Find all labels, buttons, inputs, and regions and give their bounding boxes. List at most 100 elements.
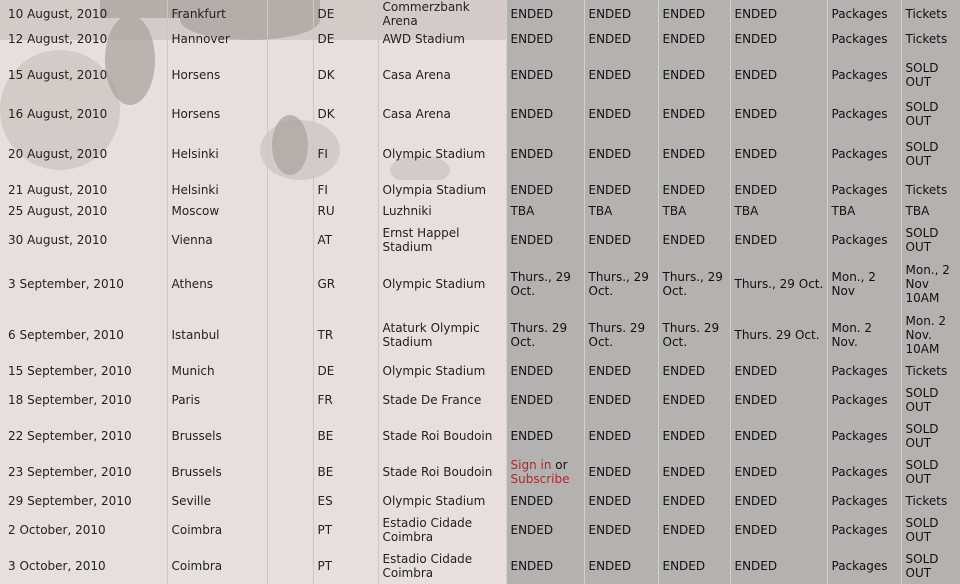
phase-2-status: ENDED — [583, 100, 658, 128]
date-cell: 18 September, 2010 — [8, 392, 132, 407]
table-row: 6 September, 2010 Istanbul TR Ataturk Olymp… — [0, 310, 960, 360]
phase-2-status: ENDED — [583, 28, 658, 49]
table-row: 15 August, 2010 Horsens DK Casa Arena ENDED E… — [0, 49, 960, 100]
phase-2-status: ENDED — [583, 418, 658, 453]
date-cell: 3 September, 2010 — [8, 277, 124, 291]
spacer-cell — [266, 548, 313, 584]
table-row: 3 September, 2010 Athens GR Olympic Stadium… — [0, 258, 960, 310]
spacer-cell — [266, 511, 313, 548]
phase-4-status: ENDED — [729, 100, 827, 128]
spacer-cell — [266, 49, 313, 100]
spacer-cell — [266, 258, 313, 310]
packages-link[interactable]: Packages — [826, 418, 901, 453]
city-cell: Brussels — [166, 418, 267, 453]
venue-cell: Stade Roi Boudoin — [377, 453, 506, 490]
packages-link[interactable]: Packages — [826, 453, 901, 490]
phase-1-status: ENDED — [505, 548, 584, 584]
packages-link[interactable]: Packages — [826, 360, 901, 381]
packages-link[interactable]: Packages — [826, 381, 901, 418]
spacer-cell — [266, 100, 313, 128]
packages-link[interactable]: Packages — [826, 490, 901, 511]
tickets-link[interactable]: Tickets — [900, 28, 960, 49]
packages-link[interactable]: Packages — [826, 179, 901, 200]
city-cell: Paris — [166, 381, 267, 418]
table-row: 18 September, 2010 Paris FR Stade De France… — [0, 381, 960, 418]
date-cell: 12 August, 2010 — [8, 31, 108, 46]
city-cell: Vienna — [166, 221, 267, 258]
phase-4-status: ENDED — [729, 221, 827, 258]
phase-2-status: ENDED — [583, 511, 658, 548]
date-cell: 30 August, 2010 — [8, 232, 108, 247]
or-text: or — [551, 457, 568, 472]
table-row: 3 October, 2010 Coimbra PT Estadio Cidade C… — [0, 548, 960, 584]
packages-link[interactable]: Packages — [826, 128, 901, 179]
phase-2-status: ENDED — [583, 179, 658, 200]
country-cell: DE — [312, 0, 378, 28]
country-cell: ES — [312, 490, 378, 511]
phase-4-status: ENDED — [729, 0, 827, 28]
date-cell: 15 August, 2010 — [8, 67, 108, 82]
tickets-link[interactable]: Tickets — [900, 179, 960, 200]
phase-3-status: ENDED — [657, 490, 730, 511]
country-cell: DE — [312, 28, 378, 49]
phase-4-status: ENDED — [729, 179, 827, 200]
venue-cell: Olympic Stadium — [377, 258, 506, 310]
packages-link[interactable]: Packages — [826, 100, 901, 128]
phase-1-status: Thurs. 29 Oct. — [505, 310, 584, 360]
phase-4-status: ENDED — [729, 128, 827, 179]
packages-link: Mon. 2 Nov. — [826, 310, 901, 360]
packages-link[interactable]: Packages — [826, 0, 901, 28]
tickets-status: SOLD OUT — [900, 381, 960, 418]
phase-3-status: ENDED — [657, 453, 730, 490]
country-cell: RU — [312, 200, 378, 221]
phase-4-status: Thurs. 29 Oct. — [729, 310, 827, 360]
phase-2-status: TBA — [583, 200, 658, 221]
city-cell: Frankfurt — [166, 0, 267, 28]
city-cell: Seville — [166, 490, 267, 511]
phase-1-status: ENDED — [505, 490, 584, 511]
phase-3-status: ENDED — [657, 49, 730, 100]
phase-3-status: ENDED — [657, 418, 730, 453]
phase-4-status: ENDED — [729, 490, 827, 511]
table-row: 22 September, 2010 Brussels BE Stade Roi Bo… — [0, 418, 960, 453]
packages-link[interactable]: Packages — [826, 28, 901, 49]
country-cell: PT — [312, 548, 378, 584]
tickets-status: SOLD OUT — [900, 548, 960, 584]
packages-link[interactable]: Packages — [826, 548, 901, 584]
phase-3-status: TBA — [657, 200, 730, 221]
phase-1-status: ENDED — [505, 511, 584, 548]
tickets-link[interactable]: Tickets — [900, 0, 960, 28]
spacer-cell — [266, 221, 313, 258]
table-row: 15 September, 2010 Munich DE Olympic Stadiu… — [0, 360, 960, 381]
venue-cell: Stade De France — [377, 381, 506, 418]
phase-4-status: ENDED — [729, 381, 827, 418]
subscribe-link[interactable]: Subscribe — [511, 472, 570, 486]
date-cell: 16 August, 2010 — [8, 107, 108, 121]
packages-link[interactable]: Packages — [826, 49, 901, 100]
phase-2-status: ENDED — [583, 490, 658, 511]
tickets-status: SOLD OUT — [900, 221, 960, 258]
tickets-status: SOLD OUT — [900, 511, 960, 548]
tickets-link[interactable]: Tickets — [900, 360, 960, 381]
phase-1-status: ENDED — [505, 418, 584, 453]
city-cell: Brussels — [166, 453, 267, 490]
venue-cell: Olympic Stadium — [377, 360, 506, 381]
phase-1-status: Thurs., 29 Oct. — [505, 258, 584, 310]
venue-cell: Casa Arena — [377, 49, 506, 100]
table-row: 29 September, 2010 Seville ES Olympic Stadi… — [0, 490, 960, 511]
presale-login-cell: Sign in or Subscribe — [505, 453, 584, 490]
table-row: 10 August, 2010 Frankfurt DE Commerzbank Ar… — [0, 0, 960, 28]
city-cell: Helsinki — [166, 128, 267, 179]
tickets-link[interactable]: Tickets — [900, 490, 960, 511]
phase-2-status: ENDED — [583, 0, 658, 28]
phase-4-status: ENDED — [729, 360, 827, 381]
spacer-cell — [266, 0, 313, 28]
tickets-status: Mon., 2 Nov 10AM — [900, 258, 960, 310]
packages-link: TBA — [826, 200, 901, 221]
packages-link[interactable]: Packages — [826, 511, 901, 548]
packages-link[interactable]: Packages — [826, 221, 901, 258]
country-cell: DK — [312, 49, 378, 100]
city-cell: Hannover — [166, 28, 267, 49]
phase-4-status: ENDED — [729, 49, 827, 100]
sign-in-link[interactable]: Sign in — [511, 458, 552, 472]
